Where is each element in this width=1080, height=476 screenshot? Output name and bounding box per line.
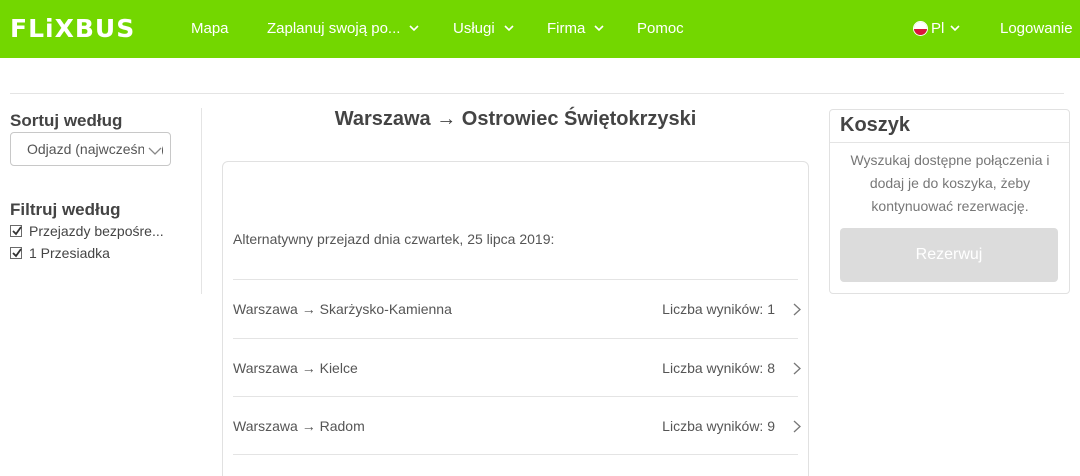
cart-description: Wyszukaj dostępne połączenia i dodaj je … [850,152,1050,214]
result-route: Warszawa → Radom [233,418,365,434]
sort-select[interactable]: Odjazd (najwcześniej) [10,132,171,166]
result-row-radom[interactable]: Warszawa → Radom Liczba wyników: 9 [233,397,801,455]
cart-title: Koszyk [840,114,911,136]
result-count: Liczba wyników: 1 [662,301,775,317]
nav-label: Zaplanuj swoją po... [267,20,401,37]
cart-divider [830,142,1069,143]
result-count: Liczba wyników: 9 [662,418,775,434]
checkbox-checked[interactable] [10,247,22,259]
filter-one-transfer[interactable]: 1 Przesiadka [10,245,110,261]
chevron-down-icon [594,25,604,32]
result-row-skarzysko[interactable]: Warszawa → Skarżysko-Kamienna Liczba wyn… [233,280,801,338]
login-label: Logowanie [1000,20,1073,37]
nav-mapa[interactable]: Mapa [191,20,229,37]
nav-company[interactable]: Firma [547,20,604,37]
nav-label: Firma [547,20,586,37]
chevron-right-icon [793,420,801,436]
language-label: Pl [931,20,945,37]
alternative-trip-text: Alternatywny przejazd dnia czwartek, 25 … [233,231,555,247]
filter-heading: Filtruj według [10,200,121,219]
nav-label: Mapa [191,20,229,37]
filter-label: Przejazdy bezpośre... [29,223,164,239]
chevron-down-icon [950,25,960,32]
checkbox-checked[interactable] [10,225,22,237]
language-selector[interactable]: Pl [913,20,960,37]
filter-label: 1 Przesiadka [29,245,110,261]
book-button[interactable]: Rezerwuj [840,228,1058,282]
flixbus-logo[interactable]: FLiXBUS [10,14,135,43]
nav-services[interactable]: Usługi [453,20,514,37]
login-link[interactable]: Logowanie [1000,20,1073,37]
nav-label: Pomoc [637,20,684,37]
result-count: Liczba wyników: 8 [662,360,775,376]
chevron-right-icon [793,362,801,378]
route-title: Warszawa → Ostrowiec Świętokrzyski [334,108,697,130]
filter-direct[interactable]: Przejazdy bezpośre... [10,223,164,239]
chevron-down-icon [504,25,514,32]
top-nav-bar: FLiXBUS Mapa Zaplanuj swoją po... Usługi… [0,0,1080,58]
top-divider [10,93,1064,94]
nav-label: Usługi [453,20,495,37]
result-row-kielce[interactable]: Warszawa → Kielce Liczba wyników: 8 [233,339,801,397]
row-divider [233,454,798,455]
nav-help[interactable]: Pomoc [637,20,684,37]
sidebar-divider [201,108,202,294]
sort-heading: Sortuj według [10,111,123,130]
poland-flag-icon [913,21,928,36]
result-route: Warszawa → Kielce [233,360,358,376]
nav-plan-trip[interactable]: Zaplanuj swoją po... [267,20,419,37]
chevron-right-icon [793,303,801,319]
chevron-down-icon [409,25,419,32]
result-route: Warszawa → Skarżysko-Kamienna [233,301,452,317]
chevron-down-icon [144,143,162,159]
